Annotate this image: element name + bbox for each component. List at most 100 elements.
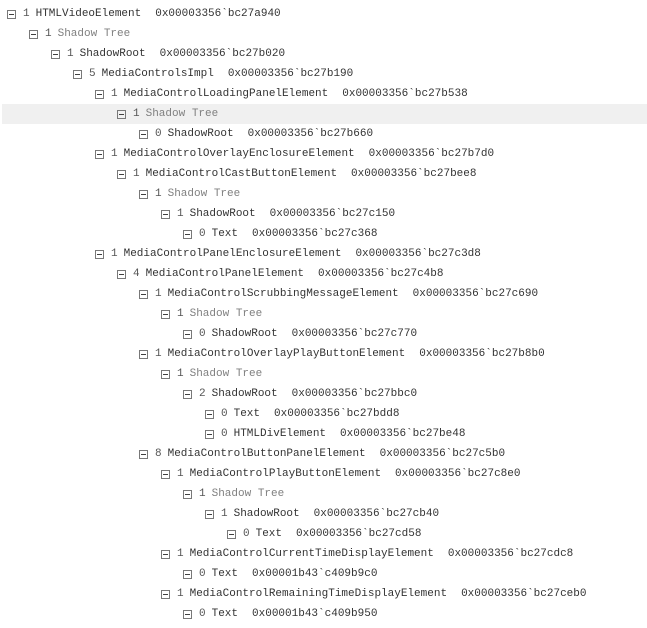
collapse-icon[interactable] (138, 289, 149, 300)
node-name: Text (212, 228, 238, 240)
collapse-icon[interactable] (160, 589, 171, 600)
tree-row[interactable]: 0Text0x00001b43`c409b950 (2, 604, 647, 624)
node-name: MediaControlRemainingTimeDisplayElement (190, 588, 447, 600)
child-count: 0 (199, 608, 206, 620)
tree-row[interactable]: 1 ShadowRoot 0x00003356`bc27b020 (2, 44, 647, 64)
node-address: 0x00003356`bc27bbc0 (292, 388, 417, 400)
collapse-icon[interactable] (94, 149, 105, 160)
child-count: 1 (177, 208, 184, 220)
tree-row[interactable]: 1Shadow Tree (2, 104, 647, 124)
tree-row[interactable]: 1 ShadowRoot 0x00003356`bc27c150 (2, 204, 647, 224)
tree-row[interactable]: 5MediaControlsImpl0x00003356`bc27b190 (2, 64, 647, 84)
node-name: MediaControlOverlayPlayButtonElement (168, 348, 406, 360)
child-count: 5 (89, 68, 96, 80)
child-count: 1 (177, 468, 184, 480)
collapse-icon[interactable] (160, 209, 171, 220)
tree-row[interactable]: 2 ShadowRoot 0x00003356`bc27bbc0 (2, 384, 647, 404)
collapse-icon[interactable] (182, 229, 193, 240)
collapse-icon[interactable] (6, 9, 17, 20)
collapse-icon[interactable] (94, 249, 105, 260)
node-address: 0x00003356`bc27c150 (270, 208, 395, 220)
collapse-icon[interactable] (182, 609, 193, 620)
tree-row[interactable]: 0ShadowRoot0x00003356`bc27c770 (2, 324, 647, 344)
collapse-icon[interactable] (182, 389, 193, 400)
node-name: ShadowRoot (168, 128, 234, 140)
tree-row[interactable]: 1MediaControlLoadingPanelElement0x000033… (2, 84, 647, 104)
node-name: Shadow Tree (168, 188, 241, 200)
node-name: Text (256, 528, 282, 540)
collapse-icon[interactable] (160, 369, 171, 380)
collapse-icon[interactable] (160, 549, 171, 560)
collapse-icon[interactable] (116, 269, 127, 280)
tree-row[interactable]: 0ShadowRoot0x00003356`bc27b660 (2, 124, 647, 144)
child-count: 1 (177, 368, 184, 380)
tree-row[interactable]: 1ShadowRoot0x00003356`bc27cb40 (2, 504, 647, 524)
collapse-icon[interactable] (138, 349, 149, 360)
tree-row[interactable]: 1 MediaControlOverlayPlayButtonElement 0x0… (2, 344, 647, 364)
tree-row[interactable]: 1HTMLVideoElement0x00003356`bc27a940 (2, 4, 647, 24)
collapse-icon[interactable] (204, 429, 215, 440)
tree-row[interactable]: 1MediaControlOverlayEnclosureElement0x00… (2, 144, 647, 164)
tree-row[interactable]: 1MediaControlCastButtonElement0x00003356… (2, 164, 647, 184)
collapse-icon[interactable] (138, 189, 149, 200)
collapse-icon[interactable] (138, 449, 149, 460)
node-address: 0x00003356`bc27b190 (228, 68, 353, 80)
node-address: 0x00003356`bc27c368 (252, 228, 377, 240)
tree-row[interactable]: 1MediaControlPanelEnclosureElement0x0000… (2, 244, 647, 264)
tree-row[interactable]: 1MediaControlScrubbingMessageElement0x00… (2, 284, 647, 304)
collapse-icon[interactable] (50, 49, 61, 60)
tree-row[interactable]: 0Text0x00003356`bc27bdd8 (2, 404, 647, 424)
tree-row[interactable]: 1 Shadow Tree (2, 184, 647, 204)
child-count: 2 (199, 388, 206, 400)
child-count: 1 (155, 288, 162, 300)
collapse-icon[interactable] (116, 109, 127, 120)
node-name: ShadowRoot (190, 208, 256, 220)
collapse-icon[interactable] (138, 129, 149, 140)
tree-row[interactable]: 1Shadow Tree (2, 484, 647, 504)
tree-row[interactable]: 1Shadow Tree (2, 304, 647, 324)
tree-row[interactable]: 1MediaControlPlayButtonElement0x00003356… (2, 464, 647, 484)
node-name: ShadowRoot (212, 388, 278, 400)
node-address: 0x00003356`bc27a940 (155, 8, 280, 20)
child-count: 0 (243, 528, 250, 540)
tree-row[interactable]: 0Text0x00003356`bc27cd58 (2, 524, 647, 544)
node-name: Shadow Tree (190, 308, 263, 320)
node-address: 0x00003356`bc27b8b0 (419, 348, 544, 360)
tree-row[interactable]: 4MediaControlPanelElement0x00003356`bc27… (2, 264, 647, 284)
collapse-icon[interactable] (28, 29, 39, 40)
child-count: 1 (111, 88, 118, 100)
tree-row[interactable]: 1Shadow Tree (2, 364, 647, 384)
collapse-icon[interactable] (160, 469, 171, 480)
child-count: 1 (45, 28, 52, 40)
collapse-icon[interactable] (182, 489, 193, 500)
child-count: 0 (221, 428, 228, 440)
node-name: Shadow Tree (212, 488, 285, 500)
node-address: 0x00003356`bc27b7d0 (369, 148, 494, 160)
tree-row[interactable]: 8MediaControlButtonPanelElement0x0000335… (2, 444, 647, 464)
tree-row[interactable]: 0Text0x00001b43`c409b9c0 (2, 564, 647, 584)
tree-row[interactable]: 1Shadow Tree (2, 24, 647, 44)
child-count: 1 (155, 348, 162, 360)
collapse-icon[interactable] (226, 529, 237, 540)
tree-row[interactable]: 1MediaControlCurrentTimeDisplayElement0x… (2, 544, 647, 564)
collapse-icon[interactable] (182, 569, 193, 580)
node-name: ShadowRoot (80, 48, 146, 60)
node-name: Text (212, 608, 238, 620)
collapse-icon[interactable] (94, 89, 105, 100)
tree-row[interactable]: 0Text0x00003356`bc27c368 (2, 224, 647, 244)
node-address: 0x00003356`bc27b020 (160, 48, 285, 60)
child-count: 1 (67, 48, 74, 60)
node-name: MediaControlOverlayEnclosureElement (124, 148, 355, 160)
collapse-icon[interactable] (204, 409, 215, 420)
node-address: 0x00003356`bc27c4b8 (318, 268, 443, 280)
child-count: 1 (177, 588, 184, 600)
collapse-icon[interactable] (116, 169, 127, 180)
collapse-icon[interactable] (182, 329, 193, 340)
tree-row[interactable]: 1 MediaControlRemainingTimeDisplayElement… (2, 584, 647, 604)
collapse-icon[interactable] (72, 69, 83, 80)
collapse-icon[interactable] (160, 309, 171, 320)
child-count: 1 (155, 188, 162, 200)
node-name: MediaControlScrubbingMessageElement (168, 288, 399, 300)
collapse-icon[interactable] (204, 509, 215, 520)
tree-row[interactable]: 0HTMLDivElement0x00003356`bc27be48 (2, 424, 647, 444)
